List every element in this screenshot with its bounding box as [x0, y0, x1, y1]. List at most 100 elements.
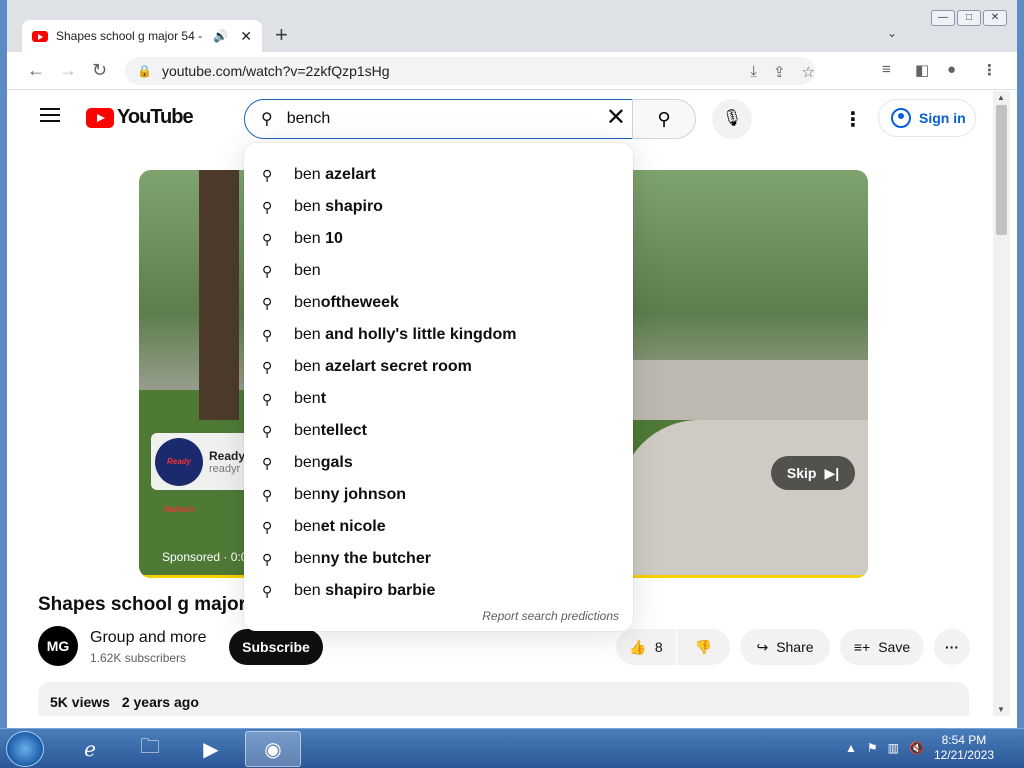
hamburger-menu-icon[interactable]: [40, 108, 60, 122]
suggestion-search-icon: ⚲: [262, 390, 273, 407]
search-box[interactable]: ⚲ ✕: [244, 99, 633, 139]
suggestion-search-icon: ⚲: [262, 230, 273, 247]
youtube-logo-text: YouTube: [117, 106, 194, 128]
clear-search-icon[interactable]: ✕: [606, 106, 626, 130]
suggestion-search-icon: ⚲: [262, 422, 273, 439]
suggestion-item[interactable]: ⚲ ben azelart: [244, 159, 633, 191]
side-panel-icon[interactable]: ◧: [915, 61, 929, 79]
chrome-menu-icon[interactable]: ⋮: [982, 61, 997, 79]
channel-name[interactable]: Group and more: [90, 629, 207, 647]
suggestion-item[interactable]: ⚲ ben shapiro barbie: [244, 575, 633, 607]
more-actions-button[interactable]: ···: [934, 629, 970, 665]
ad-title: Ready: [209, 448, 246, 463]
chrome-taskbar-icon[interactable]: ◉: [245, 731, 301, 767]
suggestion-item[interactable]: ⚲ ben et nicole: [244, 511, 633, 543]
clock[interactable]: 8:54 PM 12/21/2023: [934, 733, 994, 763]
clock-date: 12/21/2023: [933, 748, 994, 762]
suggestion-typed-part: ben: [294, 582, 321, 599]
suggestion-completion: oftheweek: [320, 294, 399, 311]
search-suggestions-dropdown: ⚲ ben azelart ⚲ ben shapiro ⚲ ben 10 ⚲ ben ⚲ ben o…: [244, 143, 633, 631]
start-button[interactable]: [6, 731, 44, 767]
suggestion-typed-part: ben: [294, 390, 321, 407]
report-predictions-link[interactable]: Report search predictions: [482, 609, 619, 623]
media-control-icon[interactable]: ≡: [882, 61, 891, 78]
tab-strip: Shapes school g major 54 - Y 🔊 ✕ + ⌄ — □…: [7, 0, 1017, 52]
install-icon[interactable]: ⤓: [750, 63, 757, 81]
profile-avatar-icon[interactable]: ●: [947, 61, 956, 78]
close-window-button[interactable]: ✕: [983, 10, 1007, 26]
description-box[interactable]: 5K views 2 years ago: [38, 682, 969, 716]
browser-toolbar: ← → ↻ 🔒 youtube.com/watch?v=2zkfQzp1sHg …: [7, 52, 1017, 90]
share-icon[interactable]: ⇪: [773, 63, 786, 81]
channel-avatar[interactable]: MG: [38, 626, 78, 666]
browser-tab[interactable]: Shapes school g major 54 - Y 🔊 ✕: [22, 20, 262, 52]
sign-in-button[interactable]: Sign in: [878, 99, 976, 137]
suggestion-item[interactable]: ⚲ ben and holly's little kingdom: [244, 319, 633, 351]
subscribe-button[interactable]: Subscribe: [229, 629, 323, 665]
tab-search-chevron-icon[interactable]: ⌄: [887, 26, 897, 40]
suggestion-typed-part: ben: [294, 166, 321, 183]
show-hidden-icons-icon[interactable]: ▲: [845, 741, 857, 755]
minimize-button[interactable]: —: [931, 10, 955, 26]
suggestion-item[interactable]: ⚲ ben t: [244, 383, 633, 415]
suggestion-completion: t: [320, 390, 327, 407]
thumbs-down-icon: 👎: [694, 638, 713, 655]
suggestion-item[interactable]: ⚲ ben oftheweek: [244, 287, 633, 319]
suggestion-item[interactable]: ⚲ ben gals: [244, 447, 633, 479]
like-button[interactable]: 👍 8: [616, 629, 676, 665]
page-scrollbar[interactable]: ▲ ▼: [993, 91, 1010, 716]
internet-explorer-icon[interactable]: ℯ: [62, 731, 118, 767]
forward-arrow-icon[interactable]: →: [59, 60, 77, 81]
suggestion-item[interactable]: ⚲ ben shapiro: [244, 191, 633, 223]
suggestion-typed-part: ben: [294, 358, 321, 375]
skip-ad-button[interactable]: Skip ▶|: [771, 456, 855, 490]
maximize-button[interactable]: □: [957, 10, 981, 26]
scroll-down-icon[interactable]: ▼: [997, 705, 1005, 714]
video-title: Shapes school g major: [38, 594, 246, 615]
voice-search-button[interactable]: 🎙: [712, 99, 752, 139]
volume-muted-icon[interactable]: 🔇: [909, 741, 924, 755]
search-button[interactable]: ⚲: [632, 99, 696, 139]
dislike-button[interactable]: 👎: [677, 629, 730, 665]
suggestion-item[interactable]: ⚲ ben: [244, 255, 633, 287]
media-player-icon[interactable]: ▶: [183, 731, 239, 767]
reload-icon[interactable]: ↻: [92, 60, 107, 81]
lock-icon[interactable]: 🔒: [137, 64, 152, 78]
suggestion-completion: and holly's little kingdom: [320, 326, 517, 343]
file-explorer-icon[interactable]: 🗀: [122, 731, 178, 767]
suggestion-search-icon: ⚲: [262, 262, 273, 279]
suggestion-item[interactable]: ⚲ ben tellect: [244, 415, 633, 447]
suggestion-completion: azelart secret room: [320, 358, 472, 375]
suggestion-typed-part: ben: [294, 454, 321, 471]
settings-more-icon[interactable]: ⋮: [843, 107, 863, 132]
save-button[interactable]: ≡+ Save: [840, 629, 924, 665]
more-horizontal-icon: ···: [945, 639, 959, 655]
suggestion-item[interactable]: ⚲ ben ny the butcher: [244, 543, 633, 575]
thumbs-up-icon: 👍: [629, 638, 647, 655]
suggestion-item[interactable]: ⚲ ben 10: [244, 223, 633, 255]
speaker-icon[interactable]: 🔊: [213, 29, 228, 43]
suggestion-typed-part: ben: [294, 294, 321, 311]
view-count: 5K views: [50, 694, 110, 710]
playlist-add-icon: ≡+: [853, 639, 871, 655]
suggestion-completion: azelart: [320, 166, 376, 183]
share-button[interactable]: ↪ Share: [740, 629, 830, 665]
suggestion-item[interactable]: ⚲ ben ny johnson: [244, 479, 633, 511]
scroll-up-icon[interactable]: ▲: [997, 93, 1005, 102]
back-arrow-icon[interactable]: ←: [27, 60, 45, 81]
share-label: Share: [776, 639, 814, 655]
suggestion-typed-part: ben: [294, 262, 321, 279]
scrollbar-thumb[interactable]: [996, 105, 1007, 235]
tab-close-icon[interactable]: ✕: [240, 28, 252, 45]
network-icon[interactable]: ▥: [888, 741, 899, 755]
address-bar[interactable]: 🔒 youtube.com/watch?v=2zkfQzp1sHg ⤓ ⇪ ☆: [125, 57, 815, 85]
ad-subtitle: readyr: [209, 462, 241, 475]
bookmark-star-icon[interactable]: ☆: [802, 63, 815, 81]
new-tab-button[interactable]: +: [275, 24, 288, 46]
suggestion-item[interactable]: ⚲ ben azelart secret room: [244, 351, 633, 383]
action-center-icon[interactable]: ⚑: [867, 741, 878, 755]
search-input[interactable]: [286, 110, 557, 128]
youtube-logo[interactable]: YouTube: [86, 106, 194, 129]
search-button-icon: ⚲: [657, 109, 671, 129]
suggestion-search-icon: ⚲: [262, 166, 273, 183]
